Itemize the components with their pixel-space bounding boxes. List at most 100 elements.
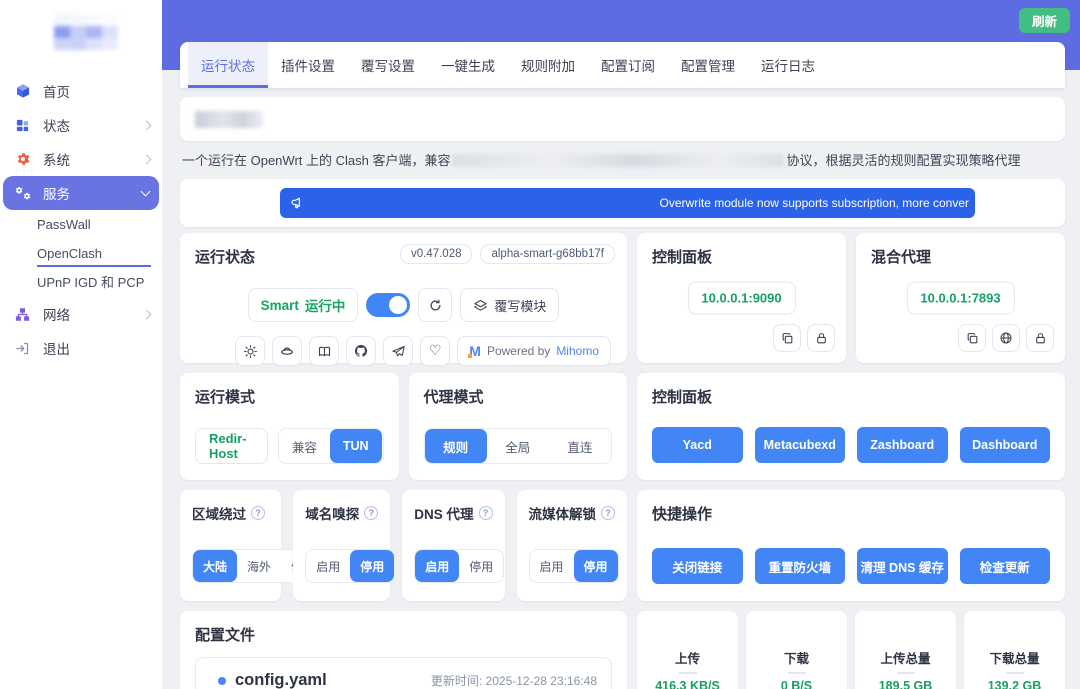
region-option-mainland[interactable]: 大陆 [193, 550, 238, 582]
dns-option-disable[interactable]: 停用 [459, 550, 503, 582]
tab-bar: 运行状态 插件设置 覆写设置 一键生成 规则附加 配置订阅 配置管理 运行日志 [180, 42, 1065, 88]
tab-run-status[interactable]: 运行状态 [188, 42, 268, 88]
help-icon[interactable]: ? [251, 506, 265, 520]
region-option-overseas[interactable]: 海外 [237, 550, 281, 582]
secret-button[interactable] [1026, 324, 1054, 352]
mihomo-logo: M [468, 343, 481, 359]
stat-value: 416.3 KB/S [655, 678, 720, 689]
heart-icon: ♡ [428, 343, 442, 359]
run-mode-option-compatible[interactable]: 兼容 [279, 429, 330, 463]
proxy-mode-option-global[interactable]: 全局 [487, 429, 549, 463]
page-title-card [180, 97, 1065, 141]
help-icon[interactable]: ? [478, 506, 493, 520]
tab-overwrite-settings[interactable]: 覆写设置 [348, 42, 428, 88]
logout-icon [14, 340, 31, 357]
domain-sniff-card: 域名嗅探 ? 启用 停用 [293, 490, 396, 601]
card-title: 域名嗅探 [305, 507, 360, 522]
reset-firewall-button[interactable]: 重置防火墙 [754, 548, 845, 584]
refresh-icon [430, 299, 441, 310]
zashboard-button[interactable]: Zashboard [857, 427, 948, 463]
secret-button[interactable] [807, 324, 835, 352]
copy-button[interactable] [958, 324, 986, 352]
sniff-option-enable[interactable]: 启用 [306, 550, 350, 582]
chevron-down-icon [140, 186, 151, 197]
sidebar-item-system[interactable]: 系统 [0, 142, 162, 176]
sidebar-item-label: 系统 [43, 153, 70, 168]
sidebar-item-home[interactable]: 首页 [0, 74, 162, 108]
stat-label: 下载 [783, 651, 809, 666]
dns-option-enable[interactable]: 启用 [415, 550, 460, 582]
telegram-group-button[interactable] [272, 336, 303, 366]
mixed-proxy-address[interactable]: 10.0.0.1:7893 [906, 281, 1015, 315]
sniff-option-disable[interactable]: 停用 [350, 550, 395, 582]
announcement-banner-card: Overwrite module now supports subscripti… [180, 179, 1065, 227]
github-icon [355, 344, 368, 357]
stat-label: 上传总量 [880, 651, 931, 666]
dashboard-button[interactable]: Dashboard [959, 427, 1050, 463]
tab-config-subscribe[interactable]: 配置订阅 [588, 42, 668, 88]
sidebar-item-label: 网络 [43, 308, 70, 323]
refresh-button[interactable]: 刷新 [1018, 8, 1070, 33]
sidebar-item-network[interactable]: 网络 [0, 297, 162, 331]
copy-button[interactable] [773, 324, 801, 352]
sidebar-item-status[interactable]: 状态 [0, 108, 162, 142]
stat-download: 下载 0 B/S [746, 611, 847, 689]
sidebar-item-label: 服务 [43, 187, 70, 202]
announcement-banner[interactable]: Overwrite module now supports subscripti… [280, 188, 975, 218]
restart-button[interactable] [418, 288, 453, 322]
sidebar-item-logout[interactable]: 退出 [0, 331, 162, 365]
chevron-right-icon [141, 309, 152, 319]
active-dot-icon [218, 676, 226, 685]
megaphone-icon [290, 195, 306, 211]
telegram-channel-button[interactable] [383, 336, 414, 366]
streaming-option-disable[interactable]: 停用 [573, 550, 618, 582]
card-title: 快捷操作 [652, 506, 713, 523]
help-icon[interactable]: ? [601, 506, 615, 520]
donate-button[interactable]: ♡ [420, 336, 451, 366]
sidebar-subitem-openclash[interactable]: OpenClash [0, 239, 162, 268]
card-title: 运行模式 [195, 389, 256, 406]
sidebar-item-label: 状态 [43, 119, 70, 134]
tab-plugin-settings[interactable]: 插件设置 [268, 42, 348, 88]
quick-actions-card: 快捷操作 关闭链接 重置防火墙 清理 DNS 缓存 检查更新 [637, 490, 1065, 601]
sidebar-item-services[interactable]: 服务 [3, 176, 159, 210]
layers-icon [474, 299, 488, 311]
channel-badge: alpha-smart-g68bb17f [480, 244, 615, 264]
run-mode-option-tun[interactable]: TUN [329, 429, 382, 463]
sidebar-item-label: 首页 [43, 85, 70, 100]
tab-run-log[interactable]: 运行日志 [748, 42, 828, 88]
sidebar-subitem-passwall[interactable]: PassWall [0, 210, 162, 239]
globe-button[interactable] [992, 324, 1020, 352]
tab-one-key-generate[interactable]: 一键生成 [428, 42, 508, 88]
tab-config-manage[interactable]: 配置管理 [668, 42, 748, 88]
theme-button[interactable] [235, 336, 266, 366]
proxy-mode-option-direct[interactable]: 直连 [549, 429, 611, 463]
enable-toggle[interactable] [366, 293, 411, 317]
help-icon[interactable]: ? [364, 506, 379, 520]
tab-rule-append[interactable]: 规则附加 [508, 42, 588, 88]
sidebar-subitem-upnp[interactable]: UPnP IGD 和 PCP [0, 268, 162, 297]
lock-icon [1035, 332, 1045, 343]
mixed-proxy-card: 混合代理 10.0.0.1:7893 [856, 233, 1065, 363]
proxy-mode-option-rule[interactable]: 规则 [424, 429, 487, 463]
metacubexd-button[interactable]: Metacubexd [754, 427, 845, 463]
version-badge: v0.47.028 [399, 244, 473, 264]
clear-dns-cache-button[interactable]: 清理 DNS 缓存 [857, 548, 948, 584]
config-file-row[interactable]: config.yaml 更新时间: 2025-12-28 23:16:48 [195, 657, 612, 689]
check-update-button[interactable]: 检查更新 [959, 548, 1050, 584]
streaming-unlock-card: 流媒体解锁 ? 启用 停用 [516, 490, 627, 601]
description-suffix: 协议，根据灵活的规则配置实现策略代理 [786, 153, 1021, 168]
control-panel-address[interactable]: 10.0.0.1:9090 [687, 281, 796, 315]
stat-value: 139.2 GB [987, 678, 1042, 689]
redir-host-badge: Redir-Host [195, 428, 268, 464]
docs-button[interactable] [309, 336, 340, 366]
yacd-button[interactable]: Yacd [652, 427, 743, 463]
github-button[interactable] [346, 336, 377, 366]
powered-by-mihomo-button[interactable]: M Powered by Mihomo [457, 336, 611, 366]
streaming-option-enable[interactable]: 启用 [530, 550, 574, 582]
close-connections-button[interactable]: 关闭链接 [652, 548, 743, 584]
services-gears-icon [14, 185, 31, 202]
overwrite-module-button[interactable]: 覆写模块 [460, 288, 560, 322]
stat-download-total: 下载总量 139.2 GB [964, 611, 1065, 689]
run-mode-option-mixed[interactable]: 混合 [382, 429, 383, 463]
